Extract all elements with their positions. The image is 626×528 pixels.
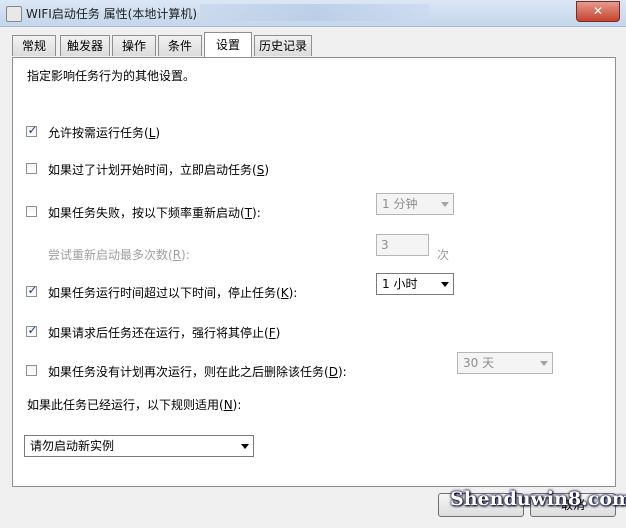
- tab-general[interactable]: 常规: [12, 35, 56, 56]
- attempts-unit-label: 次: [437, 248, 450, 262]
- chevron-down-icon: [540, 361, 548, 366]
- allow-on-demand-label: 允许按需运行任务(L): [48, 126, 161, 140]
- restart-attempts-input[interactable]: 3: [376, 234, 429, 256]
- chevron-down-icon: [441, 282, 449, 287]
- stop-if-long-label: 如果任务运行时间超过以下时间，停止任务(K):: [48, 286, 298, 300]
- blurred-background: [200, 4, 430, 21]
- restart-on-fail-checkbox[interactable]: [26, 206, 37, 217]
- check-icon: ✓: [27, 323, 38, 337]
- already-running-label: 如果此任务已经运行，以下规则适用(N):: [27, 398, 242, 412]
- close-icon: ✕: [592, 4, 604, 18]
- delete-delay-select[interactable]: 30 天: [457, 352, 553, 374]
- chevron-down-icon: [241, 444, 249, 449]
- tab-triggers[interactable]: 触发器: [60, 35, 110, 56]
- delete-if-not-scheduled-label: 如果任务没有计划再次运行，则在此之后删除该任务(D):: [48, 365, 347, 379]
- already-running-rule-select[interactable]: 请勿启动新实例: [24, 435, 254, 457]
- restart-attempts-label: 尝试重新启动最多次数(R):: [48, 248, 190, 262]
- restart-interval-select[interactable]: 1 分钟: [376, 193, 454, 215]
- settings-panel: 指定影响任务行为的其他设置。 ✓ 允许按需运行任务(L) 如果过了计划开始时间，…: [12, 57, 616, 487]
- tab-settings[interactable]: 设置: [204, 32, 252, 57]
- chevron-down-icon: [441, 202, 449, 207]
- check-icon: ✓: [27, 123, 38, 137]
- tab-actions[interactable]: 操作: [112, 35, 156, 56]
- restart-on-fail-label: 如果任务失败，按以下频率重新启动(T):: [48, 206, 261, 220]
- allow-on-demand-checkbox[interactable]: ✓: [26, 123, 38, 137]
- force-stop-checkbox[interactable]: ✓: [26, 323, 38, 337]
- delete-if-not-scheduled-checkbox[interactable]: [26, 365, 37, 376]
- force-stop-label: 如果请求后任务还在运行，强行将其停止(F): [48, 326, 281, 340]
- stop-if-long-checkbox[interactable]: ✓: [26, 283, 38, 297]
- tab-history[interactable]: 历史记录: [254, 35, 312, 56]
- check-icon: ✓: [27, 283, 38, 297]
- run-if-missed-checkbox[interactable]: [26, 163, 37, 174]
- watermark-logo: Shenduwin8.com: [450, 488, 626, 510]
- window-title: WIFI启动任务 属性(本地计算机): [26, 7, 198, 21]
- app-icon: [6, 6, 22, 22]
- run-if-missed-label: 如果过了计划开始时间，立即启动任务(S): [48, 163, 269, 177]
- title-bar: WIFI启动任务 属性(本地计算机) ✕: [0, 0, 626, 27]
- tab-conditions[interactable]: 条件: [158, 35, 202, 56]
- close-button[interactable]: ✕: [576, 1, 620, 22]
- intro-text: 指定影响任务行为的其他设置。: [27, 69, 196, 83]
- stop-duration-select[interactable]: 1 小时: [376, 273, 454, 295]
